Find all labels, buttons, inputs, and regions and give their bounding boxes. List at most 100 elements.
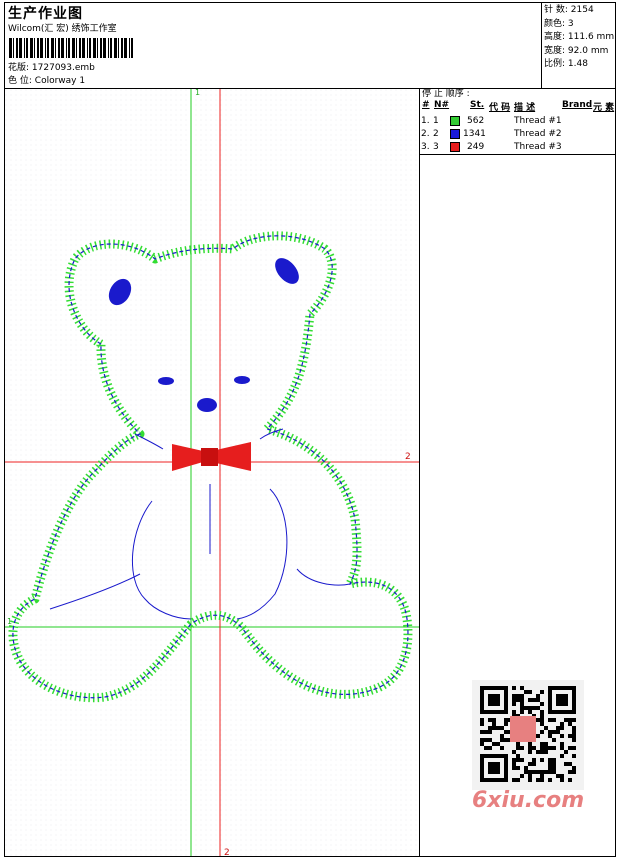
qr-module xyxy=(520,706,524,710)
barcode-bar xyxy=(93,38,96,58)
qr-module xyxy=(544,750,548,754)
qr-module xyxy=(480,742,484,746)
qr-module xyxy=(500,734,504,738)
panel-divider xyxy=(419,88,420,857)
qr-module xyxy=(512,750,516,754)
qr-module xyxy=(528,698,532,702)
qr-module xyxy=(540,722,544,726)
qr-module xyxy=(520,686,524,690)
qr-module xyxy=(532,770,536,774)
qr-module xyxy=(480,722,484,726)
qr-module xyxy=(536,770,540,774)
qr-module xyxy=(540,770,544,774)
color-swatch xyxy=(450,142,460,152)
qr-finder xyxy=(488,694,500,706)
barcode-bar xyxy=(72,38,75,58)
left-eye xyxy=(158,377,174,385)
barcode-bar xyxy=(34,38,35,58)
barcode-bar xyxy=(131,38,133,58)
stat-stitches: 针 数: 2154 xyxy=(544,5,594,15)
qr-module xyxy=(540,690,544,694)
qr-module xyxy=(560,746,564,750)
stat-width: 宽度: 92.0 mm xyxy=(544,45,609,56)
qr-module xyxy=(524,690,528,694)
qr-module xyxy=(524,706,528,710)
qr-module xyxy=(512,762,516,766)
qr-module xyxy=(488,730,492,734)
qr-module xyxy=(540,758,544,762)
qr-module xyxy=(572,770,576,774)
qr-module xyxy=(568,770,572,774)
table-bottom-rule xyxy=(420,154,616,155)
qr-module xyxy=(536,718,540,722)
qr-module xyxy=(544,746,548,750)
barcode-bar xyxy=(76,38,77,58)
qr-module xyxy=(484,730,488,734)
qr-finder xyxy=(488,762,500,774)
qr-module xyxy=(500,746,504,750)
barcode-bar xyxy=(87,38,88,58)
qr-module xyxy=(552,718,556,722)
qr-module xyxy=(568,746,572,750)
qr-module xyxy=(564,750,568,754)
guide-label-red-v: 2 xyxy=(224,848,230,856)
qr-module xyxy=(532,698,536,702)
row-description: Thread #2 xyxy=(514,129,562,139)
stat-scale: 比例: 1.48 xyxy=(544,59,588,69)
qr-module xyxy=(520,746,524,750)
row-n: 3 xyxy=(433,142,439,152)
qr-finder xyxy=(556,694,568,706)
qr-module xyxy=(528,742,532,746)
row-index: 2. xyxy=(421,129,430,139)
qr-module xyxy=(512,758,516,762)
qr-module xyxy=(496,742,500,746)
qr-module xyxy=(516,746,520,750)
watermark-text: 6xiu.com xyxy=(472,788,585,813)
barcode-bar xyxy=(16,38,18,58)
qr-module xyxy=(512,702,516,706)
qr-module xyxy=(552,738,556,742)
col-brand: Brand xyxy=(562,100,593,110)
qr-module xyxy=(496,726,500,730)
qr-module xyxy=(564,762,568,766)
qr-module xyxy=(528,778,532,782)
qr-module xyxy=(520,698,524,702)
row-description: Thread #3 xyxy=(514,142,562,152)
barcode-bar xyxy=(37,38,39,58)
guide-label-red-h: 2 xyxy=(405,452,411,462)
qr-module xyxy=(512,766,516,770)
barcode-bar xyxy=(13,38,14,58)
qr-module xyxy=(492,726,496,730)
qr-logo-badge xyxy=(510,716,536,742)
qr-module xyxy=(556,730,560,734)
qr-module xyxy=(572,766,576,770)
qr-module xyxy=(528,770,532,774)
row-n: 1 xyxy=(433,116,439,126)
qr-module xyxy=(572,738,576,742)
design-canvas[interactable]: 1 1 2 2 xyxy=(5,89,419,856)
qr-module xyxy=(516,754,520,758)
row-index: 3. xyxy=(421,142,430,152)
qr-module xyxy=(548,762,552,766)
qr-module xyxy=(548,758,552,762)
barcode-bar xyxy=(121,38,123,58)
qr-module xyxy=(568,722,572,726)
qr-module xyxy=(536,778,540,782)
barcode-bar xyxy=(61,38,64,58)
colorway-row: 色 位: Colorway 1 xyxy=(8,75,85,87)
qr-module xyxy=(520,710,524,714)
qr-module xyxy=(552,730,556,734)
qr-module xyxy=(572,726,576,730)
qr-module xyxy=(532,762,536,766)
col-stitches: St. xyxy=(470,100,485,110)
qr-module xyxy=(480,738,484,742)
qr-module xyxy=(556,726,560,730)
qr-module xyxy=(516,766,520,770)
qr-module xyxy=(516,694,520,698)
qr-module xyxy=(488,746,492,750)
qr-module xyxy=(548,718,552,722)
qr-module xyxy=(504,722,508,726)
barcode-bar xyxy=(110,38,112,58)
qr-module xyxy=(548,746,552,750)
qr-module xyxy=(516,698,520,702)
